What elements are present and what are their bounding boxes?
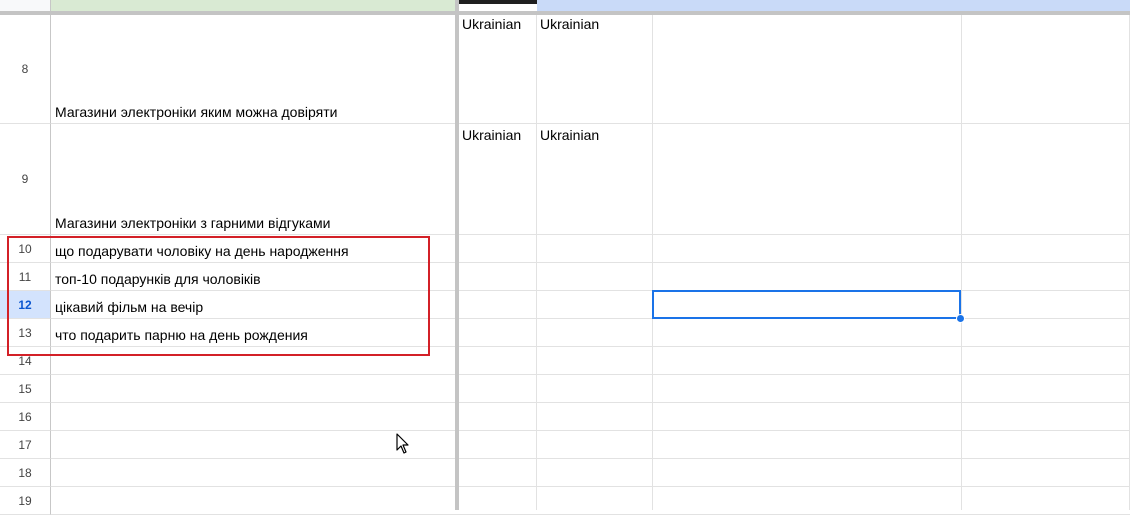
- table-row[interactable]: [51, 403, 1130, 431]
- row-number-9[interactable]: 9: [0, 124, 51, 235]
- row-header-corner[interactable]: [0, 0, 51, 11]
- table-row[interactable]: [51, 487, 1130, 515]
- column-divider: [536, 15, 537, 510]
- cell-a9[interactable]: Магазини электроніки з гарними відгуками: [55, 215, 331, 231]
- cell-b9[interactable]: Ukrainian: [462, 127, 521, 143]
- row-number-15[interactable]: 15: [0, 375, 51, 403]
- column-header-a[interactable]: [51, 0, 456, 11]
- row-number-19[interactable]: 19: [0, 487, 51, 515]
- cell-c9[interactable]: Ukrainian: [540, 127, 599, 143]
- frozen-column-divider[interactable]: [455, 0, 459, 510]
- row-number-8[interactable]: 8: [0, 15, 51, 124]
- mouse-pointer-icon: [396, 433, 410, 455]
- table-row[interactable]: [51, 459, 1130, 487]
- row-number-18[interactable]: 18: [0, 459, 51, 487]
- fill-handle[interactable]: [956, 314, 965, 323]
- column-divider: [652, 15, 653, 510]
- highlight-box: [7, 236, 430, 356]
- cell-c8[interactable]: Ukrainian: [540, 16, 599, 32]
- cell-b8[interactable]: Ukrainian: [462, 16, 521, 32]
- selected-cell[interactable]: [652, 290, 961, 319]
- table-row[interactable]: [51, 375, 1130, 403]
- cell-a8[interactable]: Магазини электроніки яким можна довіряти: [55, 104, 337, 120]
- row-number-17[interactable]: 17: [0, 431, 51, 459]
- table-row[interactable]: [51, 431, 1130, 459]
- column-header-rest[interactable]: [537, 0, 1130, 11]
- column-header-b[interactable]: [459, 0, 537, 4]
- row-number-16[interactable]: 16: [0, 403, 51, 431]
- column-divider: [961, 15, 962, 510]
